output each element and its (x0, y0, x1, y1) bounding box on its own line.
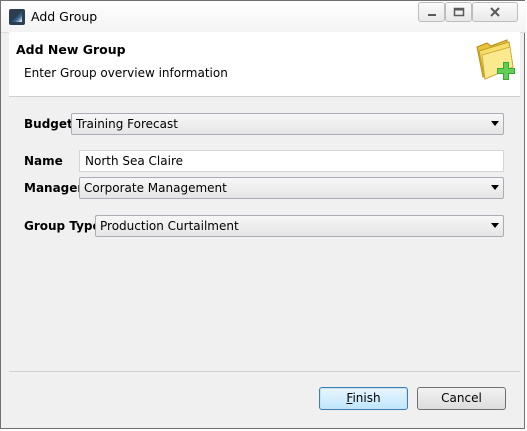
manager-value: Corporate Management (84, 181, 227, 195)
window-title: Add Group (31, 9, 98, 24)
footer-divider (9, 371, 520, 372)
manager-label: Manager (24, 181, 84, 195)
name-label: Name (24, 154, 63, 168)
page-description: Enter Group overview information (24, 66, 228, 80)
minimize-button[interactable] (418, 2, 445, 22)
maximize-button[interactable] (445, 2, 472, 22)
budget-select[interactable]: Training Forecast (71, 113, 504, 135)
group-type-label: Group Type (24, 219, 101, 233)
restore-icon (453, 7, 464, 17)
finish-label: inish (352, 391, 381, 405)
cancel-button[interactable]: Cancel (417, 387, 506, 410)
manager-select[interactable]: Corporate Management (79, 177, 504, 199)
budget-label: Budget (24, 117, 73, 131)
chevron-down-icon (491, 121, 499, 126)
chevron-down-icon (491, 185, 499, 190)
app-icon (9, 9, 25, 25)
budget-value: Training Forecast (76, 117, 178, 131)
name-input[interactable] (80, 151, 503, 171)
minimize-icon (427, 14, 436, 16)
title-bar: Add Group (1, 1, 526, 33)
close-button[interactable] (472, 2, 518, 22)
folder-add-icon (476, 39, 515, 80)
wizard-header: Add New Group Enter Group overview infor… (9, 32, 520, 97)
group-type-select[interactable]: Production Curtailment (95, 215, 504, 237)
name-field[interactable] (79, 150, 504, 172)
group-type-value: Production Curtailment (100, 219, 239, 233)
add-group-dialog: Add Group Add New Group Enter Group over… (0, 0, 526, 429)
close-icon (490, 7, 500, 17)
chevron-down-icon (491, 223, 499, 228)
page-title: Add New Group (16, 42, 126, 57)
finish-button[interactable]: Finish (319, 387, 408, 410)
